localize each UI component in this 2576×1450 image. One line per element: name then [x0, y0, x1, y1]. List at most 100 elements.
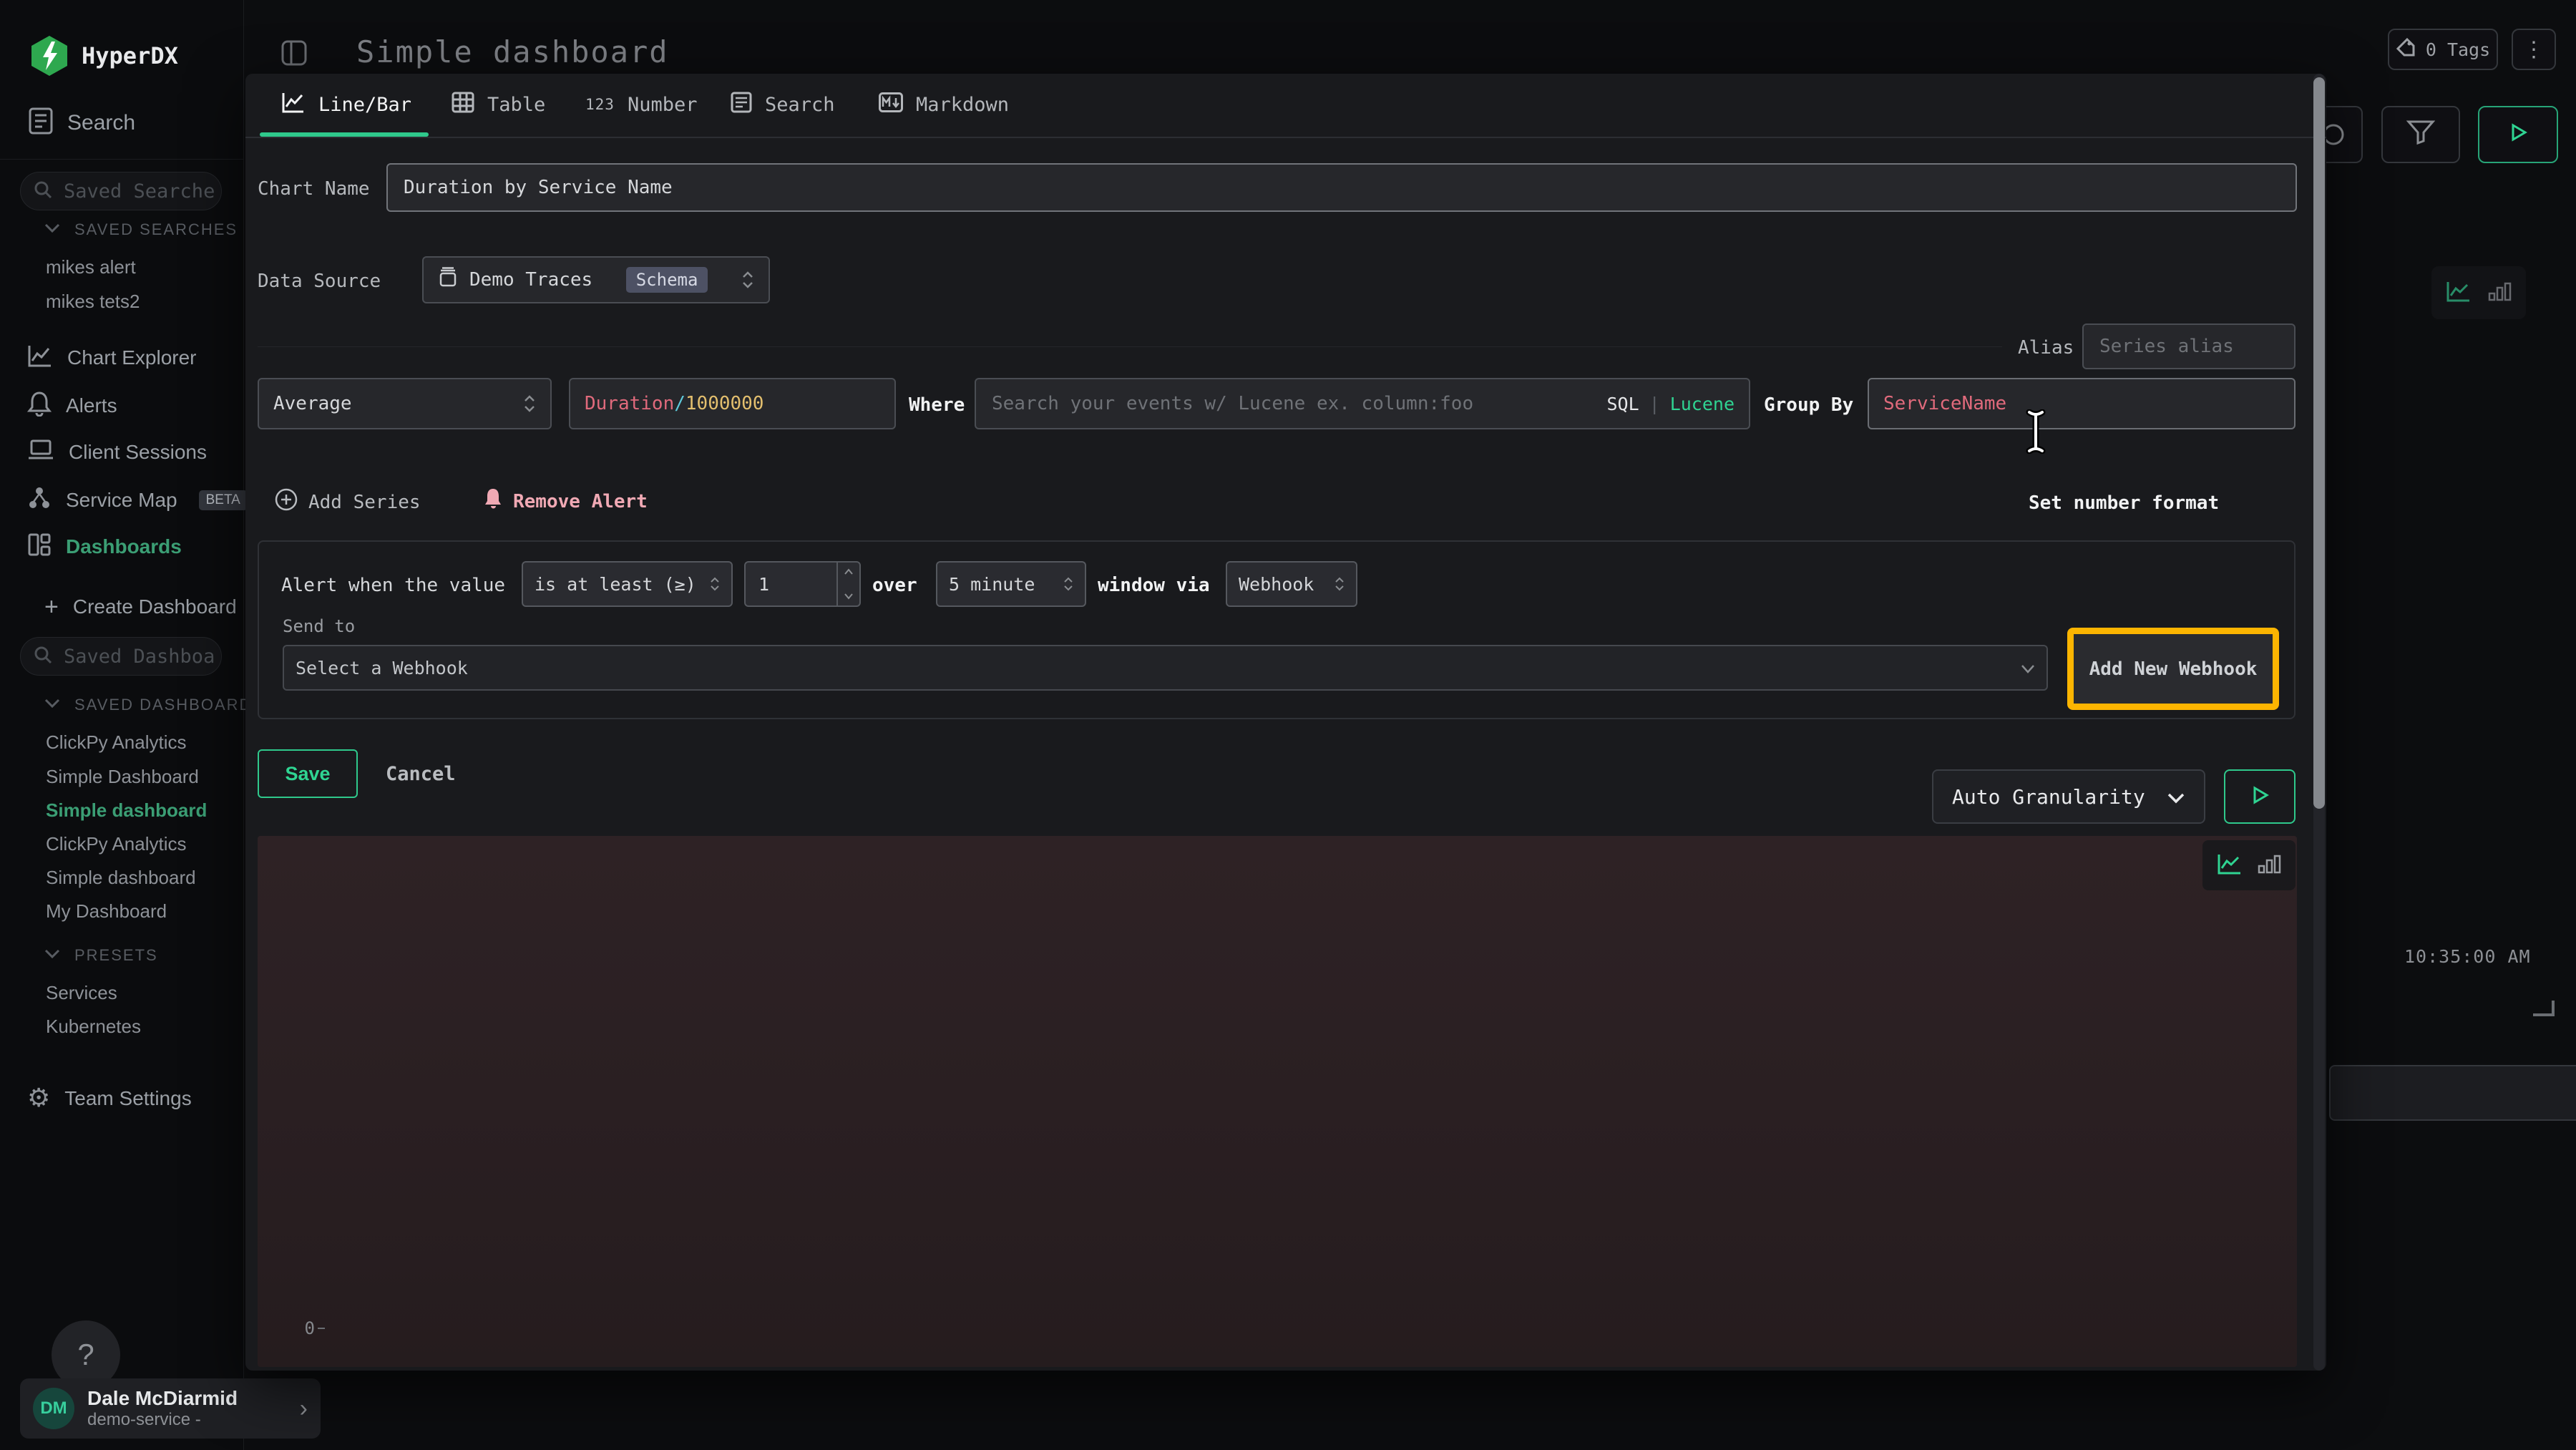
alert-channel-select[interactable]: Webhook — [1226, 561, 1357, 607]
saved-dashboard-item-active[interactable]: Simple dashboard — [46, 799, 207, 822]
beta-badge: BETA — [199, 490, 248, 510]
sidebar-collapse-icon[interactable] — [280, 39, 308, 69]
aggregation-select[interactable]: Average — [258, 378, 552, 429]
database-icon — [438, 267, 458, 293]
group-by-label: Group By — [1764, 394, 1853, 416]
remove-alert-button[interactable]: Remove Alert — [483, 487, 648, 515]
lucene-toggle[interactable]: Lucene — [1670, 394, 1735, 414]
chevron-updown-icon — [1335, 576, 1345, 592]
saved-dashboard-item[interactable]: My Dashboard — [46, 900, 167, 923]
tab-markdown[interactable]: Markdown — [879, 74, 1009, 135]
tab-number[interactable]: 123 Number — [585, 74, 697, 135]
bg-partial-input[interactable] — [2329, 1065, 2576, 1121]
bg-chart-type-toggle[interactable] — [2431, 266, 2526, 319]
bg-mini-chart — [2329, 336, 2576, 966]
saved-searches-header[interactable]: SAVED SEARCHES — [44, 220, 238, 239]
cancel-button[interactable]: Cancel — [386, 749, 456, 798]
data-source-select[interactable]: Demo Traces Schema — [422, 256, 770, 303]
laptop-icon — [27, 438, 54, 466]
saved-search-item[interactable]: mikes alert — [46, 256, 136, 278]
resize-handle-icon[interactable] — [2533, 1001, 2555, 1016]
sidebar-divider — [0, 159, 243, 160]
alert-condition-select[interactable]: is at least (≥) — [522, 561, 733, 607]
number-stepper[interactable] — [836, 563, 859, 605]
active-tab-underline — [260, 132, 429, 137]
language-toggle[interactable]: SQL | Lucene — [1606, 394, 1735, 414]
saved-dashboard-item[interactable]: ClickPy Analytics — [46, 731, 187, 754]
preset-item[interactable]: Kubernetes — [46, 1016, 141, 1038]
brand[interactable]: HyperDX — [31, 36, 178, 76]
tab-line-bar[interactable]: Line/Bar — [281, 74, 411, 135]
bg-time-label: 10:35:00 AM — [2404, 946, 2531, 967]
chevron-down-icon — [44, 949, 60, 963]
more-menu-button[interactable]: ⋮ — [2512, 29, 2556, 70]
user-card[interactable]: DM Dale McDiarmid demo-service - › — [20, 1378, 321, 1439]
sidebar-item-service-map[interactable]: Service Map BETA — [27, 485, 248, 515]
sidebar-item-alerts[interactable]: Alerts — [27, 391, 117, 420]
chart-name-field[interactable] — [386, 163, 2297, 212]
window-via-label: window via — [1098, 575, 1210, 596]
saved-dashboard-item[interactable]: Simple Dashboard — [46, 766, 199, 788]
alias-input[interactable] — [2098, 335, 2280, 358]
saved-search-item[interactable]: mikes tets2 — [46, 291, 140, 313]
where-label: Where — [909, 394, 965, 416]
saved-dashboards-input[interactable] — [62, 645, 215, 668]
run-chart-button[interactable] — [2224, 769, 2296, 824]
preset-item[interactable]: Services — [46, 982, 117, 1004]
sidebar-item-chart-explorer[interactable]: Chart Explorer — [27, 344, 197, 371]
presets-header[interactable]: PRESETS — [44, 946, 158, 965]
alias-field[interactable] — [2082, 323, 2296, 369]
tab-table[interactable]: Table — [452, 74, 545, 135]
tab-search[interactable]: Search — [731, 74, 835, 135]
series-divider — [258, 346, 2002, 347]
number-123-icon: 123 — [585, 96, 615, 113]
events-search-field[interactable]: SQL | Lucene — [975, 378, 1750, 429]
add-series-button[interactable]: Add Series — [274, 487, 421, 517]
magnifier-icon — [34, 180, 52, 203]
set-number-format-button[interactable]: Set number format — [2029, 492, 2219, 514]
create-dashboard-button[interactable]: + Create Dashboard — [44, 595, 237, 618]
alert-threshold-field[interactable] — [744, 561, 861, 607]
saved-searches-input[interactable] — [62, 180, 215, 203]
send-to-label: Send to — [283, 616, 355, 636]
magnifier-icon — [34, 646, 52, 668]
sidebar-item-team-settings[interactable]: ⚙ Team Settings — [27, 1084, 192, 1113]
app-root: HyperDX Search SAVED SEARCHES mikes aler… — [0, 0, 2576, 1450]
expression-field[interactable]: Duration/1000000 — [569, 378, 896, 429]
schema-badge[interactable]: Schema — [626, 267, 708, 293]
sidebar-item-client-sessions[interactable]: Client Sessions — [27, 438, 207, 466]
webhook-select[interactable]: Select a Webhook — [283, 645, 2048, 691]
sidebar-item-search[interactable]: Search — [29, 107, 135, 138]
alert-window-select[interactable]: 5 minute — [936, 561, 1086, 607]
saved-dashboard-item[interactable]: Simple dashboard — [46, 867, 196, 889]
play-icon — [2507, 122, 2529, 147]
funnel-icon — [2406, 120, 2435, 150]
line-chart-icon — [281, 91, 306, 119]
alert-prefix: Alert when the value — [281, 575, 505, 596]
play-icon — [2249, 784, 2270, 809]
data-source-value: Demo Traces — [469, 269, 592, 291]
filter-button[interactable] — [2381, 106, 2460, 163]
add-new-webhook-button-highlighted[interactable]: Add New Webhook — [2067, 628, 2279, 710]
saved-dashboard-item[interactable]: ClickPy Analytics — [46, 833, 187, 855]
chevron-down-icon — [2167, 785, 2185, 809]
service-map-icon — [27, 485, 52, 515]
save-button[interactable]: Save — [258, 749, 358, 798]
saved-searches-searchbox[interactable] — [20, 172, 222, 210]
group-by-field[interactable]: ServiceName — [1868, 378, 2296, 429]
alert-threshold-input[interactable] — [757, 573, 817, 595]
chevron-updown-icon — [523, 394, 536, 413]
saved-dashboards-header[interactable]: SAVED DASHBOARDS — [44, 696, 264, 714]
chart-name-input[interactable] — [402, 176, 2281, 199]
modal-scrollbar-thumb[interactable] — [2313, 77, 2325, 809]
sql-toggle[interactable]: SQL — [1606, 394, 1639, 414]
events-search-input[interactable] — [990, 392, 1606, 415]
saved-dashboards-searchbox[interactable] — [20, 637, 222, 676]
tags-button[interactable]: 0 Tags — [2388, 29, 2498, 70]
chart-editor-modal: Line/Bar Table 123 Number Search Markdow… — [245, 74, 2326, 1371]
chart-type-toggle[interactable] — [2202, 840, 2296, 890]
sidebar-item-dashboards[interactable]: Dashboards — [27, 532, 182, 560]
bg-run-button[interactable] — [2478, 106, 2558, 163]
chevron-updown-icon — [1063, 576, 1073, 592]
granularity-select[interactable]: Auto Granularity — [1932, 769, 2205, 824]
